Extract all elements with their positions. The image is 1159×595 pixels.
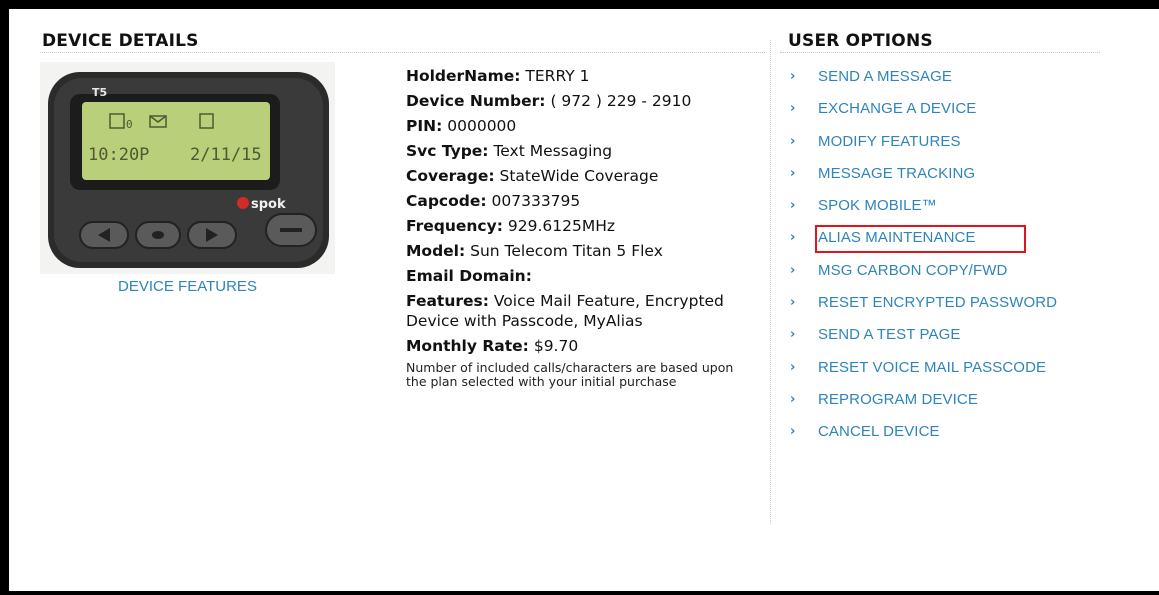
detail-label: Device Number:	[406, 92, 546, 110]
detail-label: Features:	[406, 292, 489, 310]
option-label[interactable]: RESET ENCRYPTED PASSWORD	[818, 294, 1057, 312]
detail-device-number: Device Number: ( 972 ) 229 - 2910	[406, 91, 751, 111]
option-reset-voice-mail-passcode[interactable]: › RESET VOICE MAIL PASSCODE	[790, 359, 1057, 391]
detail-label: Capcode:	[406, 192, 487, 210]
detail-value: Sun Telecom Titan 5 Flex	[470, 242, 663, 260]
chevron-right-icon: ›	[790, 359, 796, 375]
detail-email-domain: Email Domain:	[406, 266, 751, 286]
pager-screen-time: 10:20P	[88, 145, 149, 165]
chevron-right-icon: ›	[790, 262, 796, 278]
option-reset-encrypted-password[interactable]: › RESET ENCRYPTED PASSWORD	[790, 294, 1057, 326]
detail-monthly-rate: Monthly Rate: $9.70	[406, 336, 751, 356]
chevron-right-icon: ›	[790, 230, 796, 246]
option-msg-carbon-copy-fwd[interactable]: › MSG CARBON COPY/FWD	[790, 262, 1057, 294]
alias-maintenance-highlight-box	[815, 225, 1026, 253]
option-label[interactable]: RESET VOICE MAIL PASSCODE	[818, 359, 1046, 377]
chevron-right-icon: ›	[790, 327, 796, 343]
plan-note: Number of included calls/characters are …	[406, 360, 734, 389]
option-label[interactable]: MODIFY FEATURES	[818, 133, 961, 151]
user-options-divider	[780, 52, 1100, 53]
detail-value: 929.6125MHz	[507, 217, 615, 235]
option-label[interactable]: MSG CARBON COPY/FWD	[818, 262, 1007, 280]
detail-value: $9.70	[533, 337, 579, 355]
detail-label: Model:	[406, 242, 466, 260]
option-exchange-a-device[interactable]: › EXCHANGE A DEVICE	[790, 100, 1057, 132]
detail-label: PIN:	[406, 117, 443, 135]
option-label[interactable]: SPOK MOBILE™	[818, 197, 937, 215]
pager-device-image: T5 0 10:20P 2/11/15 spok	[40, 62, 335, 274]
option-cancel-device[interactable]: › CANCEL DEVICE	[790, 423, 1057, 455]
user-options-heading: USER OPTIONS	[788, 31, 933, 51]
option-label[interactable]: REPROGRAM DEVICE	[818, 391, 978, 409]
pager-brand: spok	[251, 197, 286, 212]
chevron-right-icon: ›	[790, 165, 796, 181]
option-send-a-message[interactable]: › SEND A MESSAGE	[790, 68, 1057, 100]
frame-bottom-border	[0, 591, 1159, 595]
detail-value: Text Messaging	[493, 142, 613, 160]
detail-label: Svc Type:	[406, 142, 489, 160]
detail-pin: PIN: 0000000	[406, 116, 751, 136]
detail-features: Features: Voice Mail Feature, Encrypted …	[406, 291, 751, 331]
option-label[interactable]: MESSAGE TRACKING	[818, 165, 975, 183]
option-modify-features[interactable]: › MODIFY FEATURES	[790, 133, 1057, 165]
device-details-list: HolderName: TERRY 1 Device Number: ( 972…	[406, 66, 751, 389]
pager-screen-count: 0	[126, 118, 133, 131]
detail-label: Coverage:	[406, 167, 495, 185]
detail-holder-name: HolderName: TERRY 1	[406, 66, 751, 86]
detail-svc-type: Svc Type: Text Messaging	[406, 141, 751, 161]
chevron-right-icon: ›	[790, 69, 796, 84]
detail-label: Email Domain:	[406, 267, 532, 285]
chevron-right-icon: ›	[790, 198, 796, 214]
device-details-divider	[40, 52, 765, 53]
frame-left-border	[0, 0, 9, 595]
option-reprogram-device[interactable]: › REPROGRAM DEVICE	[790, 391, 1057, 423]
column-divider	[770, 40, 771, 525]
option-send-a-test-page[interactable]: › SEND A TEST PAGE	[790, 326, 1057, 358]
detail-capcode: Capcode: 007333795	[406, 191, 751, 211]
chevron-right-icon: ›	[790, 295, 796, 311]
user-options-list: › SEND A MESSAGE › EXCHANGE A DEVICE › MODI…	[790, 68, 1057, 456]
detail-value: StateWide Coverage	[499, 167, 659, 185]
detail-label: Monthly Rate:	[406, 337, 529, 355]
detail-frequency: Frequency: 929.6125MHz	[406, 216, 751, 236]
detail-value: 007333795	[491, 192, 581, 210]
device-details-heading: DEVICE DETAILS	[42, 31, 199, 51]
option-message-tracking[interactable]: › MESSAGE TRACKING	[790, 165, 1057, 197]
frame-top-border	[0, 0, 1159, 9]
detail-value: ( 972 ) 229 - 2910	[550, 92, 692, 110]
pager-screen-date: 2/11/15	[190, 145, 262, 165]
detail-value: 0000000	[447, 117, 517, 135]
chevron-right-icon: ›	[790, 424, 796, 440]
option-label[interactable]: SEND A MESSAGE	[818, 68, 952, 86]
detail-value: TERRY 1	[525, 67, 590, 85]
option-label[interactable]: CANCEL DEVICE	[818, 423, 940, 441]
pager-model-label: T5	[92, 86, 107, 99]
detail-label: Frequency:	[406, 217, 503, 235]
detail-label: HolderName:	[406, 67, 521, 85]
chevron-right-icon: ›	[790, 391, 796, 407]
detail-coverage: Coverage: StateWide Coverage	[406, 166, 751, 186]
device-features-link[interactable]: DEVICE FEATURES	[40, 278, 335, 295]
chevron-right-icon: ›	[790, 133, 796, 149]
detail-model: Model: Sun Telecom Titan 5 Flex	[406, 241, 751, 261]
chevron-right-icon: ›	[790, 101, 796, 117]
option-label[interactable]: SEND A TEST PAGE	[818, 326, 961, 344]
option-label[interactable]: EXCHANGE A DEVICE	[818, 100, 976, 118]
